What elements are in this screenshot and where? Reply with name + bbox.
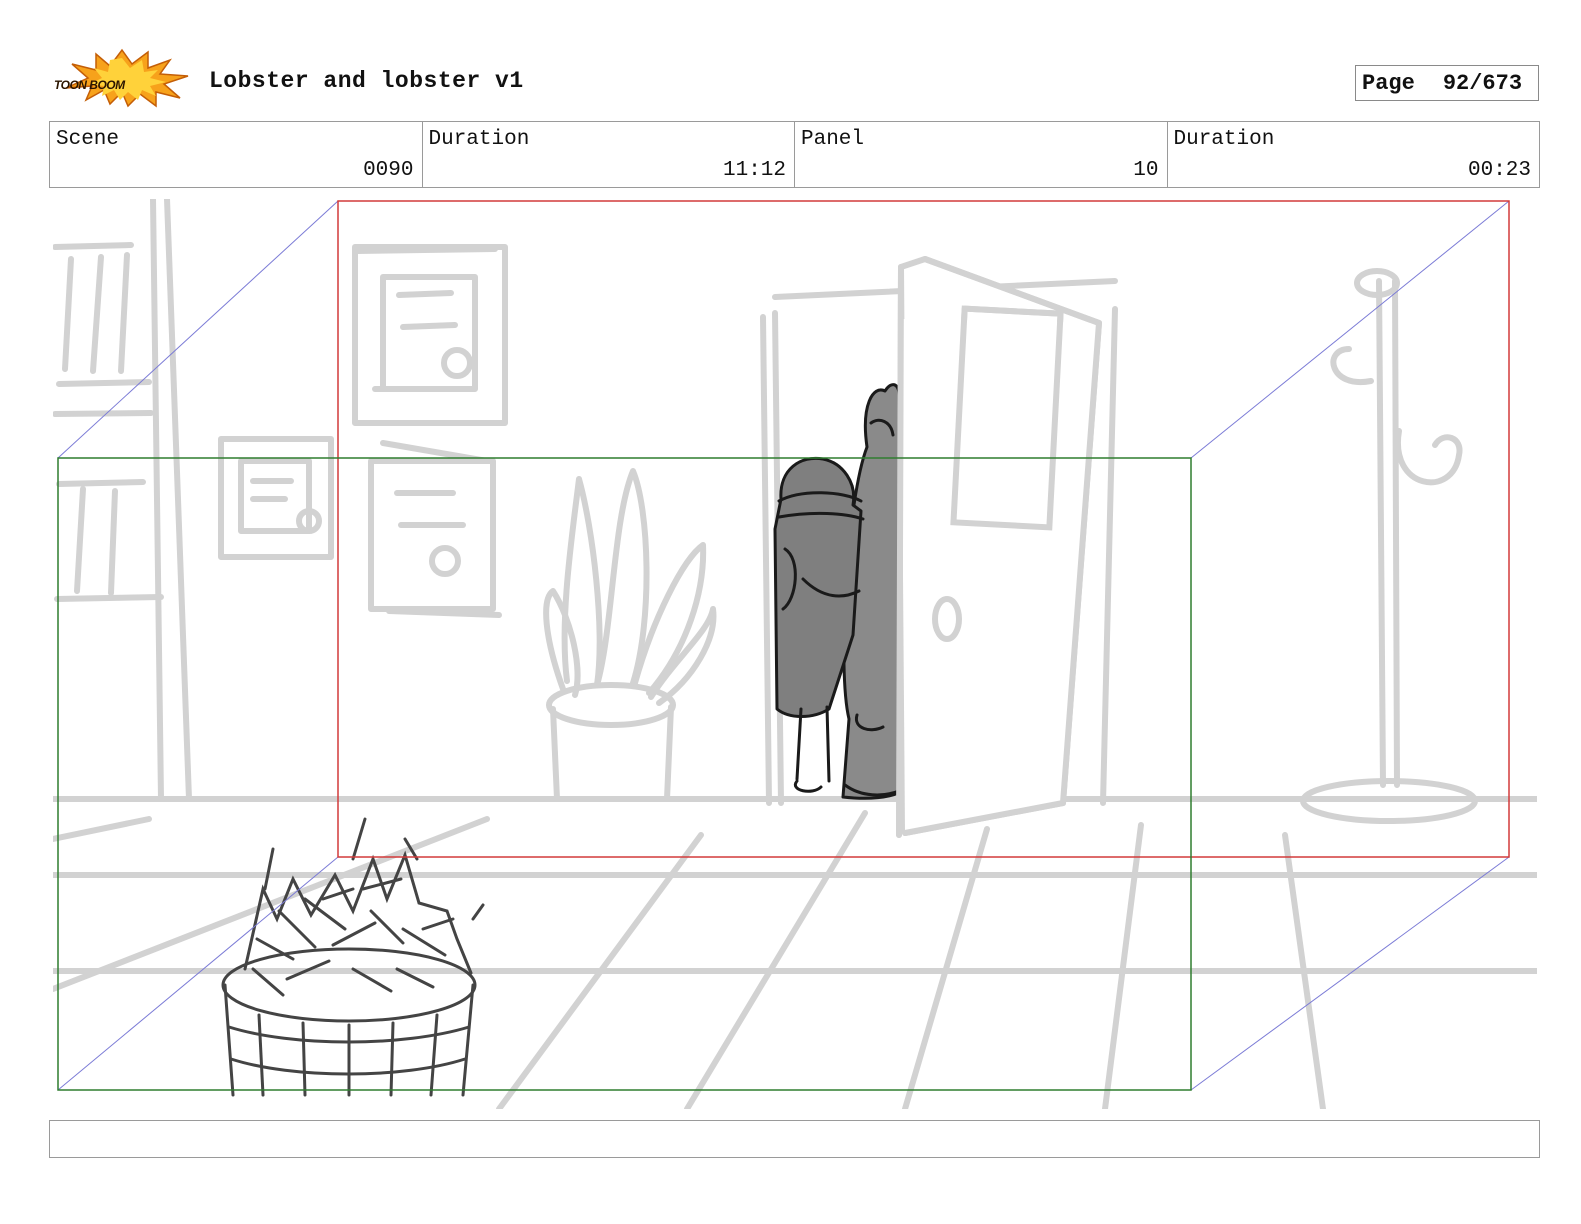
panel-duration-value: 00:23 <box>1467 159 1531 182</box>
panel-duration-cell: Duration 00:23 <box>1168 122 1540 187</box>
scene-value: 0090 <box>363 159 414 182</box>
panel-cell: Panel 10 <box>795 122 1168 187</box>
scene-duration-value: 11:12 <box>722 159 786 182</box>
basket <box>221 817 485 1097</box>
scene-label: Scene <box>56 128 120 151</box>
panel-label: Panel <box>801 128 865 151</box>
panel-duration-label: Duration <box>1173 128 1275 151</box>
page-indicator: Page 92/673 <box>1355 65 1539 101</box>
panel-drawing <box>53 199 1537 1109</box>
storyboard-panel <box>53 199 1537 1109</box>
scene-duration-cell: Duration 11:12 <box>423 122 795 187</box>
logo-text: TOON BOOM <box>54 78 125 92</box>
scene-duration-label: Duration <box>428 128 530 151</box>
page-label: Page <box>1362 70 1415 96</box>
panel-notes-field[interactable] <box>49 1120 1540 1158</box>
project-title: Lobster and lobster v1 <box>209 68 524 94</box>
scene-info-table: Scene 0090 Duration 11:12 Panel 10 Durat… <box>49 121 1540 188</box>
toon-boom-logo: TOON BOOM <box>52 48 192 108</box>
characters <box>773 383 901 800</box>
panel-value: 10 <box>1133 159 1159 182</box>
page-number: 92/673 <box>1442 70 1523 96</box>
scene-cell: Scene 0090 <box>50 122 423 187</box>
